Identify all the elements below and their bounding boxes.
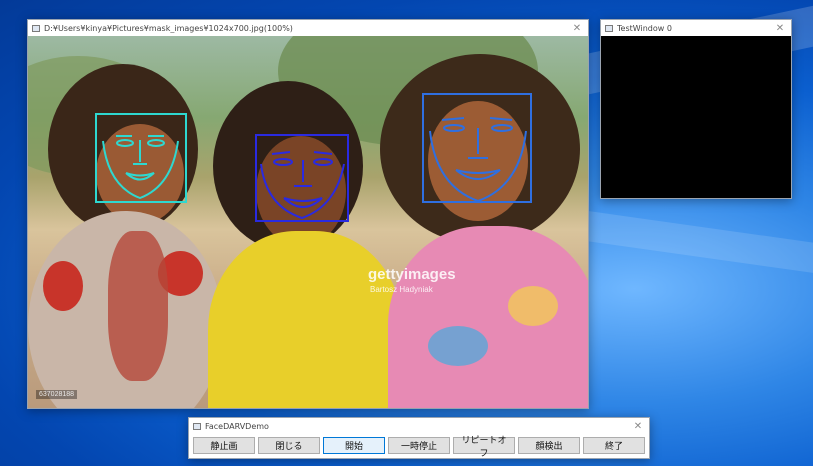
face-detect-button[interactable]: 顔検出: [518, 437, 580, 454]
test-window[interactable]: TestWindow 0 ✕: [600, 19, 792, 199]
watermark-credit: Bartosz Hadyniak: [370, 285, 433, 294]
face-landmarks-3: [429, 117, 527, 203]
app-icon: [32, 24, 40, 32]
still-image-button[interactable]: 静止画: [193, 437, 255, 454]
button-row: 静止画 閉じる 開始 一時停止 リピートオフ 顔検出 終了: [193, 436, 645, 459]
exit-button[interactable]: 終了: [583, 437, 645, 454]
control-window-titlebar[interactable]: FaceDARVDemo ✕: [189, 418, 649, 434]
pause-button[interactable]: 一時停止: [388, 437, 450, 454]
face-landmarks-overlay: [102, 117, 527, 220]
test-canvas: [601, 36, 791, 198]
face-landmarks-2: [260, 151, 345, 220]
image-id-label: 637028188: [36, 390, 78, 399]
app-icon: [193, 422, 201, 430]
start-button[interactable]: 開始: [323, 437, 385, 454]
test-window-titlebar[interactable]: TestWindow 0 ✕: [601, 20, 791, 36]
photo-view: gettyimages Bartosz Hadyniak 637028188: [28, 36, 588, 408]
close-icon[interactable]: ✕: [570, 23, 584, 34]
close-icon[interactable]: ✕: [773, 23, 787, 34]
image-window-titlebar[interactable]: D:¥Users¥kinya¥Pictures¥mask_images¥1024…: [28, 20, 588, 36]
close-icon[interactable]: ✕: [631, 421, 645, 432]
desktop-light-beam: [577, 210, 813, 277]
control-window-title: FaceDARVDemo: [205, 421, 269, 431]
repeat-off-button[interactable]: リピートオフ: [453, 436, 515, 459]
test-window-title: TestWindow 0: [617, 23, 672, 33]
close-button[interactable]: 閉じる: [258, 437, 320, 454]
image-window[interactable]: D:¥Users¥kinya¥Pictures¥mask_images¥1024…: [27, 19, 589, 409]
face-landmarks-1: [102, 135, 179, 200]
control-window[interactable]: FaceDARVDemo ✕ 静止画 閉じる 開始 一時停止 リピートオフ 顔検…: [188, 417, 650, 459]
image-window-title: D:¥Users¥kinya¥Pictures¥mask_images¥1024…: [44, 23, 293, 33]
app-icon: [605, 24, 613, 32]
watermark-brand: gettyimages: [368, 266, 456, 283]
